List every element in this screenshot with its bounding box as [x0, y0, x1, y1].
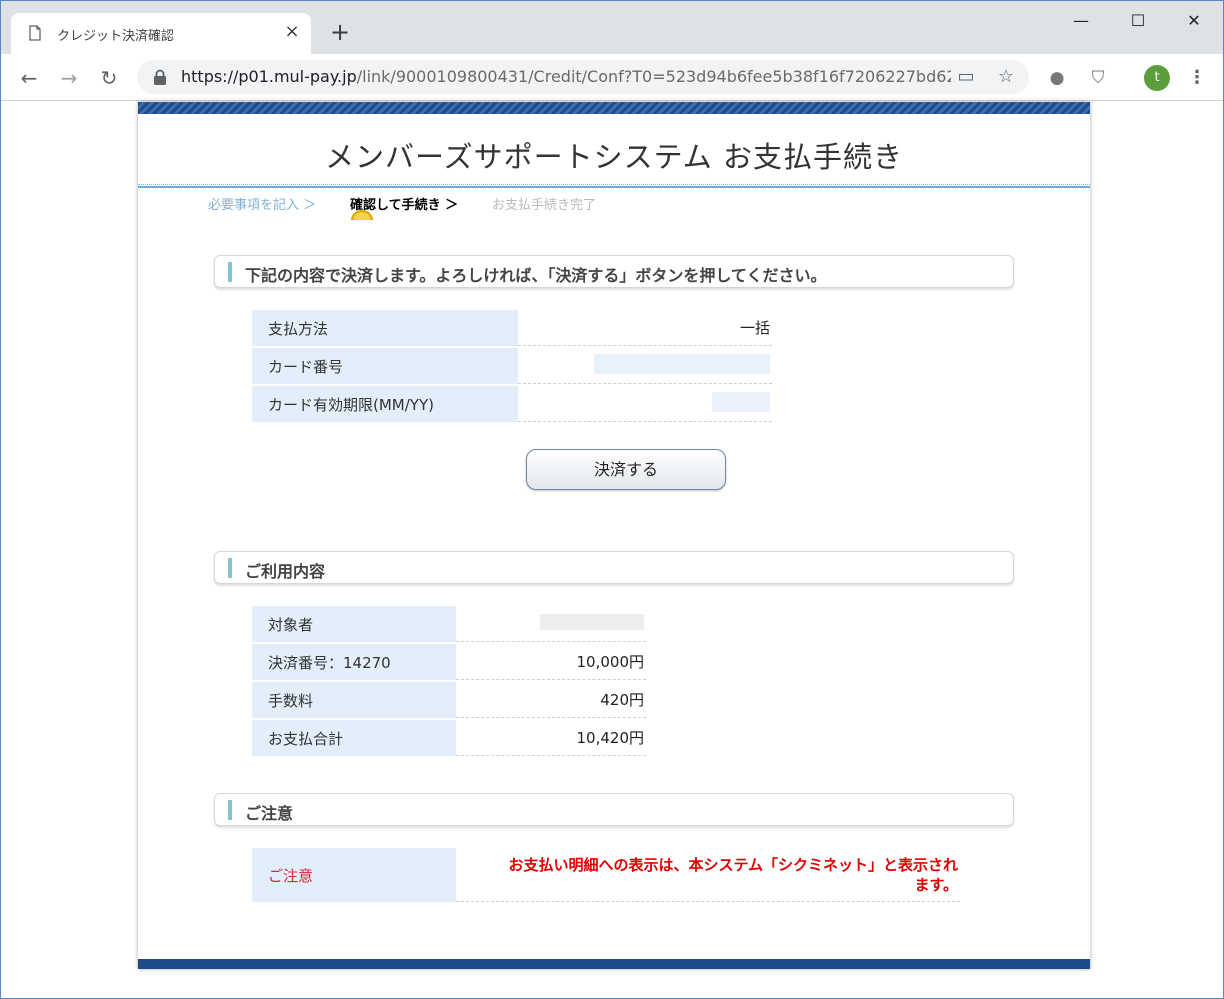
- address-bar[interactable]: https://p01.mul-pay.jp/link/900010980043…: [137, 60, 1029, 94]
- close-window-icon[interactable]: ✕: [1174, 7, 1214, 35]
- card-expiry-redacted: [712, 391, 770, 412]
- fee-label: 手数料: [252, 682, 456, 718]
- table-row: お支払合計 10,420円: [252, 720, 646, 756]
- table-row: 支払方法 一括: [252, 310, 772, 346]
- tab-title: クレジット決済確認: [57, 29, 175, 44]
- maximize-icon[interactable]: ☐: [1118, 7, 1158, 35]
- page-viewport: メンバーズサポートシステム お支払手続き 必要事項を記入 ＞ 確認して手続き ＞…: [1, 102, 1223, 998]
- page-container: メンバーズサポートシステム お支払手続き 必要事項を記入 ＞ 確認して手続き ＞…: [138, 102, 1090, 969]
- recipient-redacted: [540, 613, 644, 630]
- payment-number-label: 決済番号：14270: [252, 644, 456, 680]
- recipient-label: 対象者: [252, 606, 456, 642]
- section-bar: [228, 262, 232, 282]
- payment-method-label: 支払方法: [252, 310, 518, 346]
- url-path: /link/9000109800431/Credit/Conf?T0=523d9…: [356, 67, 951, 86]
- usage-table: 対象者 決済番号：14270 10,000円 手数料 420円 お支払合計 10…: [252, 604, 646, 758]
- notice-heading: ご注意: [245, 804, 294, 823]
- section-bar: [228, 800, 232, 820]
- notice-label: ご注意: [252, 848, 456, 902]
- payment-amount-value: 10,000円: [456, 644, 646, 680]
- notice-section-header: ご注意: [214, 793, 1014, 826]
- fee-value: 420円: [456, 682, 646, 718]
- payment-method-value: 一括: [518, 310, 772, 346]
- confirm-section-header: 下記の内容で決済します。よろしければ、「決済する」ボタンを押してください。: [214, 255, 1014, 288]
- browser-tab[interactable]: クレジット決済確認 ×: [11, 13, 311, 54]
- lock-icon: [154, 69, 166, 85]
- total-value: 10,420円: [456, 720, 646, 756]
- browser-window: クレジット決済確認 × + — ☐ ✕ ← → ↻ https://p01.mu…: [0, 0, 1224, 999]
- total-label: お支払合計: [252, 720, 456, 756]
- browser-toolbar: ← → ↻ https://p01.mul-pay.jp/link/900010…: [1, 54, 1223, 101]
- bookmark-star-icon[interactable]: ☆: [995, 66, 1017, 88]
- table-row: 手数料 420円: [252, 682, 646, 718]
- confirm-heading: 下記の内容で決済します。よろしければ、「決済する」ボタンを押してください。: [245, 266, 827, 285]
- tab-strip: クレジット決済確認 × + — ☐ ✕: [1, 1, 1223, 54]
- forward-arrow-icon[interactable]: →: [55, 64, 83, 92]
- title-divider: [138, 184, 1090, 188]
- recipient-cell: [456, 606, 646, 642]
- notice-text-line2: ます。: [914, 875, 958, 894]
- camera-icon[interactable]: ●: [1045, 66, 1069, 90]
- table-row: カード有効期限(MM/YY): [252, 386, 772, 422]
- usage-heading: ご利用内容: [245, 562, 326, 581]
- page-title: メンバーズサポートシステム お支払手続き: [325, 140, 903, 174]
- back-arrow-icon[interactable]: ←: [15, 64, 43, 92]
- new-tab-button[interactable]: +: [327, 19, 353, 45]
- url-host: https://p01.mul-pay.jp: [181, 67, 357, 86]
- card-number-label: カード番号: [252, 348, 518, 384]
- minimize-icon[interactable]: —: [1061, 7, 1101, 35]
- menu-dots-icon[interactable]: ⋮: [1187, 66, 1207, 90]
- table-row: 決済番号：14270 10,000円: [252, 644, 646, 680]
- pay-button[interactable]: 決済する: [526, 449, 726, 490]
- header-stripe: [138, 102, 1090, 114]
- card-number-cell: [518, 348, 772, 384]
- table-row: カード番号: [252, 348, 772, 384]
- payment-info-table: 支払方法 一括 カード番号 カード有効期限(MM/YY): [252, 308, 772, 424]
- table-row: 対象者: [252, 606, 646, 642]
- step-complete: お支払手続き完了: [492, 198, 597, 213]
- reload-icon[interactable]: ↻: [95, 64, 123, 92]
- usage-section-header: ご利用内容: [214, 551, 1014, 584]
- step-input: 必要事項を記入 ＞: [208, 198, 317, 213]
- footer-bar: [138, 959, 1090, 969]
- card-expiry-cell: [518, 386, 772, 422]
- table-row: ご注意 お支払い明細への表示は、本システム「シクミネット」と表示され ます。: [252, 848, 960, 902]
- reader-mode-icon[interactable]: ▭: [955, 66, 977, 88]
- card-expiry-label: カード有効期限(MM/YY): [252, 386, 518, 422]
- notice-table: ご注意 お支払い明細への表示は、本システム「シクミネット」と表示され ます。: [252, 846, 960, 904]
- notice-text-line1: お支払い明細への表示は、本システム「シクミネット」と表示され: [508, 855, 958, 874]
- current-step-marker-icon: [351, 210, 373, 220]
- card-number-redacted: [594, 353, 770, 374]
- url-text: https://p01.mul-pay.jp/link/900010980043…: [181, 67, 951, 86]
- section-bar: [228, 558, 232, 578]
- tab-close-icon[interactable]: ×: [281, 21, 303, 43]
- notice-text: お支払い明細への表示は、本システム「シクミネット」と表示され ます。: [456, 848, 960, 902]
- avatar[interactable]: t: [1144, 65, 1170, 91]
- document-icon: [29, 25, 41, 41]
- shield-icon[interactable]: ⛉: [1086, 66, 1110, 90]
